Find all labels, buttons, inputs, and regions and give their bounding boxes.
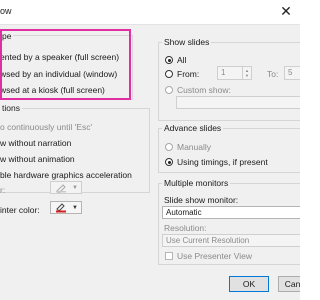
from-label: From:	[177, 69, 200, 79]
ok-button[interactable]: OK	[229, 276, 269, 292]
to-spinner[interactable]: 5	[284, 66, 300, 80]
custom-show-option[interactable]: Custom show:	[165, 85, 231, 95]
no-narration-label: w without narration	[0, 138, 72, 148]
spin-arrows-icon[interactable]: ▲ ▼	[242, 67, 251, 79]
custom-show-label: Custom show:	[177, 85, 231, 95]
laser-color-label: inter color:	[0, 205, 40, 215]
presenter-view-checkbox[interactable]: Use Presenter View	[165, 251, 252, 261]
timings-label: Using timings, if present	[177, 157, 268, 167]
title-bar: ow ✕	[0, 0, 300, 25]
resolution-dropdown[interactable]: Use Current Resolution	[162, 234, 300, 247]
window-title: ow	[0, 6, 12, 16]
loop-checkbox[interactable]: o continuously until 'Esc'	[0, 122, 92, 132]
custom-show-dropdown[interactable]	[176, 96, 300, 109]
hw-accel-label: ble hardware graphics acceleration	[0, 170, 132, 180]
presenter-check[interactable]	[165, 252, 173, 260]
manually-label: Manually	[177, 142, 212, 152]
highlight-box	[0, 29, 131, 100]
cancel-button[interactable]: Cancel	[278, 276, 300, 292]
set-up-show-dialog: ow ✕ pe ented by a speaker (full screen)…	[0, 0, 300, 300]
advance-slides-label: Advance slides	[162, 123, 224, 133]
all-slides-option[interactable]: All	[165, 55, 186, 65]
pen-color-row: r:	[0, 185, 5, 195]
no-narration-checkbox[interactable]: w without narration	[0, 138, 71, 148]
slide-show-monitor-label: Slide show monitor:	[164, 195, 239, 205]
from-radio[interactable]	[165, 70, 173, 78]
presenter-view-label: Use Presenter View	[177, 251, 252, 261]
hw-accel-checkbox[interactable]: ble hardware graphics acceleration	[0, 170, 132, 180]
laser-pointer-icon	[56, 203, 66, 213]
custom-radio[interactable]	[165, 86, 173, 94]
from-value: 1	[221, 68, 226, 77]
monitor-dropdown[interactable]: Automatic	[162, 206, 300, 219]
pen-color-button[interactable]: ▼	[50, 181, 82, 194]
laser-color-row: inter color:	[0, 205, 40, 215]
resolution-label: Resolution:	[164, 223, 207, 233]
show-slides-label: Show slides	[162, 37, 212, 47]
resolution-value: Use Current Resolution	[166, 236, 250, 245]
multiple-monitors-label: Multiple monitors	[162, 178, 231, 188]
show-options-label: tions	[0, 103, 22, 113]
all-radio[interactable]	[165, 56, 173, 64]
close-icon[interactable]: ✕	[278, 3, 294, 19]
pen-icon	[56, 184, 66, 193]
chevron-down-icon: ▼	[72, 204, 78, 211]
chevron-down-icon: ▼	[72, 184, 78, 191]
manually-option[interactable]: Manually	[165, 142, 211, 152]
all-label: All	[177, 55, 187, 65]
pen-color-label: r:	[0, 185, 6, 195]
to-label: To:	[267, 69, 279, 79]
from-option[interactable]: From:	[165, 69, 199, 79]
no-animation-label: w without animation	[0, 154, 75, 164]
show-slides-group	[158, 42, 300, 121]
manually-radio[interactable]	[165, 143, 173, 151]
loop-label: o continuously until 'Esc'	[0, 122, 93, 132]
laser-color-button[interactable]: ▼	[50, 201, 82, 214]
monitor-value: Automatic	[166, 208, 202, 217]
timings-radio[interactable]	[165, 158, 173, 166]
to-value: 5	[288, 68, 293, 77]
timings-option[interactable]: Using timings, if present	[165, 157, 268, 167]
from-spinner[interactable]: 1 ▲ ▼	[217, 66, 252, 80]
no-animation-checkbox[interactable]: w without animation	[0, 154, 75, 164]
